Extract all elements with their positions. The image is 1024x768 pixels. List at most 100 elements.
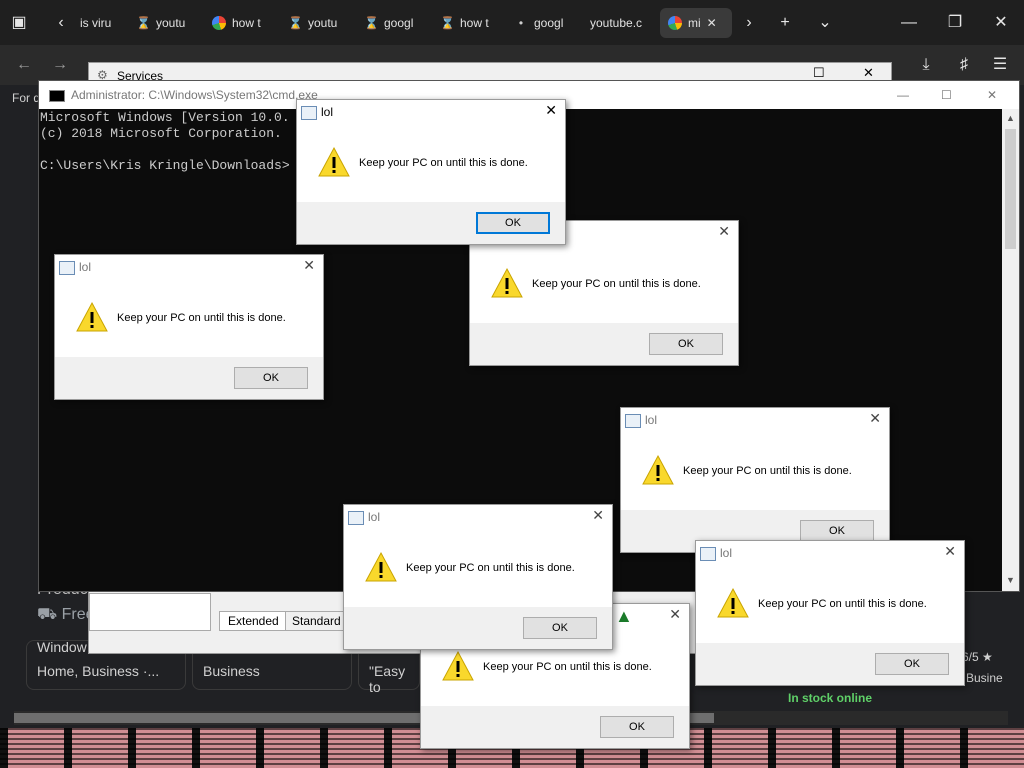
ok-button[interactable]: OK [234, 367, 308, 389]
close-tab-icon[interactable]: ✕ [707, 16, 717, 30]
ok-button[interactable]: OK [600, 716, 674, 738]
message-box: lol ✕ Keep your PC on until this is done… [620, 407, 890, 553]
dialog-message: Keep your PC on until this is done. [359, 157, 528, 169]
new-tab-icon[interactable]: + [772, 10, 798, 36]
browser-tab[interactable]: ⌛ youtu [136, 8, 192, 38]
services-maximize-icon[interactable]: ☐ [813, 65, 825, 81]
restore-icon[interactable]: ❐ [942, 10, 968, 36]
stock-status: In stock online [788, 691, 873, 705]
dialog-title: lol [79, 260, 92, 274]
dialog-message: Keep your PC on until this is done. [117, 312, 286, 324]
forward-icon[interactable]: → [48, 53, 72, 77]
cmd-icon [49, 89, 65, 102]
minimize-icon[interactable]: — [896, 10, 922, 36]
cmd-maximize-icon[interactable]: ☐ [941, 81, 952, 109]
browser-tab[interactable]: youtube.c [590, 8, 650, 38]
ok-button[interactable]: OK [800, 520, 874, 542]
warning-icon [365, 551, 397, 582]
tab-extended[interactable]: Extended [219, 611, 288, 631]
truck-icon: ⛟ [37, 606, 58, 623]
dialog-message: Keep your PC on until this is done. [406, 562, 575, 574]
dialog-close-icon[interactable]: ✕ [592, 507, 604, 524]
dialog-title: lol [321, 105, 334, 119]
window-icon [348, 511, 364, 525]
browser-tab[interactable]: ⌛ youtu [288, 8, 344, 38]
dialog-message: Keep your PC on until this is done. [758, 598, 927, 610]
cmd-scroll-thumb[interactable] [1005, 129, 1016, 249]
dialog-footer: OK [696, 643, 964, 685]
dialog-close-icon[interactable]: ✕ [303, 257, 315, 274]
cmd-title: Administrator: C:\Windows\System32\cmd.e… [71, 88, 318, 102]
google-icon [212, 15, 226, 30]
tab-standard[interactable]: Standard [285, 611, 348, 631]
ok-button[interactable]: OK [875, 653, 949, 675]
cmd-close-icon[interactable]: ✕ [987, 81, 997, 109]
dialog-message: Keep your PC on until this is done. [683, 465, 852, 477]
warning-icon [491, 267, 523, 298]
scroll-tabs-left-icon[interactable]: ‹ [48, 10, 74, 36]
browser-tab[interactable]: ⌛ googl [364, 8, 420, 38]
dialog-footer: OK [470, 323, 738, 365]
rating: 6/5 ★ [962, 650, 993, 664]
dialog-close-icon[interactable]: ✕ [944, 543, 956, 560]
services-pane [89, 593, 211, 631]
browser-tab[interactable]: • googl [514, 8, 570, 38]
browser-tab-active[interactable]: mi ✕ [660, 8, 732, 38]
warning-icon [442, 650, 474, 681]
cmd-prompt: C:\Users\Kris Kringle\Downloads> [40, 158, 290, 173]
warning-icon [717, 587, 749, 618]
cmd-line: (c) 2018 Microsoft Corporation. [40, 126, 282, 141]
browser-tab[interactable]: ⌛ how t [440, 8, 496, 38]
dialog-title: lol [720, 546, 733, 560]
card-text: Home, Business ·... [37, 663, 160, 679]
browser-tab[interactable]: how t [212, 8, 268, 38]
dialog-message: Keep your PC on until this is done. [532, 278, 701, 290]
dialog-title: lol [368, 510, 381, 524]
card-text: Business [203, 663, 260, 679]
window-icon [301, 106, 317, 120]
dialog-close-icon[interactable]: ✕ [545, 102, 557, 119]
scroll-down-icon[interactable]: ▼ [1006, 575, 1015, 585]
card-text: "Easy to [369, 663, 406, 695]
google-icon [668, 15, 682, 30]
warning-icon [318, 146, 350, 177]
tab-actions-icon[interactable]: ▣ [6, 10, 32, 36]
window-icon [625, 414, 641, 428]
dialog-title: lol [645, 413, 658, 427]
warning-icon [76, 301, 108, 332]
dialog-footer: OK [344, 607, 612, 649]
dialog-footer: OK [297, 202, 565, 244]
message-box-active: lol ✕ Keep your PC on until this is done… [296, 99, 566, 245]
tab-list-chevron-icon[interactable]: ⌄ [812, 10, 838, 36]
close-window-icon[interactable]: ✕ [988, 10, 1014, 36]
message-box: lol ✕ Keep your PC on until this is done… [54, 254, 324, 400]
message-box: lol ✕ Keep your PC on until this is done… [695, 540, 965, 686]
warning-icon [642, 454, 674, 485]
ok-button[interactable]: OK [523, 617, 597, 639]
ok-button[interactable]: OK [649, 333, 723, 355]
ok-button[interactable]: OK [476, 212, 550, 234]
dialog-close-icon[interactable]: ✕ [869, 410, 881, 427]
free-shipping: ⛟ Free [37, 606, 95, 623]
category-text: Busine [966, 671, 1003, 685]
dialog-close-icon[interactable]: ✕ [718, 223, 730, 240]
cmd-scrollbar[interactable]: ▲ ▼ [1002, 109, 1019, 591]
extensions-icon[interactable]: ♯ [952, 53, 976, 77]
cmd-output[interactable]: Microsoft Windows [Version 10.0. (c) 2018… [40, 110, 290, 174]
cmd-minimize-icon[interactable]: — [897, 81, 909, 109]
hourglass-icon: ⌛ [364, 16, 379, 30]
back-icon[interactable]: ← [12, 53, 36, 77]
services-close-icon[interactable]: ✕ [863, 65, 874, 81]
window-icon [700, 547, 716, 561]
menu-icon[interactable]: ☰ [988, 53, 1012, 77]
scroll-up-icon[interactable]: ▲ [1006, 113, 1015, 123]
download-icon[interactable]: ⤓ [914, 53, 938, 77]
dialog-close-icon[interactable]: ✕ [669, 606, 681, 623]
tree-icon: ▲ [615, 606, 633, 626]
hourglass-icon: ⌛ [288, 16, 303, 30]
browser-tab-strip: ▣ ‹ is viru ⌛ youtu how t ⌛ youtu ⌛ googl ⌛… [0, 0, 1024, 45]
page-text: For q [12, 91, 41, 105]
cmd-line: Microsoft Windows [Version 10.0. [40, 110, 290, 125]
browser-tab[interactable]: is viru [80, 8, 120, 38]
scroll-tabs-right-icon[interactable]: › [736, 10, 762, 36]
